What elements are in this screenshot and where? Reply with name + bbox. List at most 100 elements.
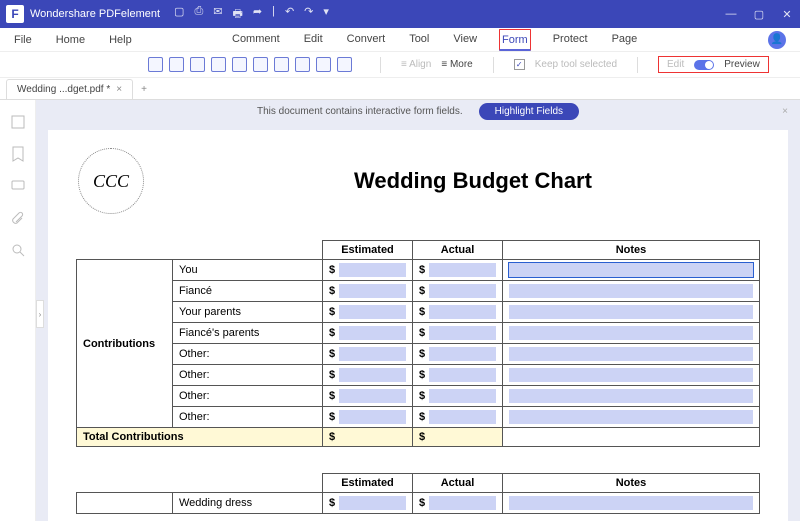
form-field-actual[interactable] <box>429 347 496 361</box>
col-notes: Notes <box>503 241 760 260</box>
thumbnails-icon[interactable] <box>10 114 26 130</box>
doc-title: Wedding Budget Chart <box>186 168 760 194</box>
toolbar-sep <box>380 57 381 73</box>
row-label: Wedding dress <box>173 493 323 514</box>
col-actual: Actual <box>413 474 503 493</box>
info-close-icon[interactable]: × <box>782 106 788 117</box>
checkbox-tool-icon[interactable] <box>169 57 184 72</box>
form-field-estimated[interactable] <box>339 326 406 340</box>
table-row: Your parents$$ <box>77 302 760 323</box>
menu-bar: File Home Help Comment Edit Convert Tool… <box>0 28 800 52</box>
combo-tool-icon[interactable] <box>211 57 226 72</box>
tab-protect[interactable]: Protect <box>551 29 590 51</box>
edit-preview-toggle-group: Edit Preview <box>658 56 769 73</box>
maximize-icon[interactable]: ▢ <box>752 8 766 21</box>
tab-view[interactable]: View <box>451 29 479 51</box>
preview-mode-label[interactable]: Preview <box>724 59 760 70</box>
barcode-tool-icon[interactable] <box>337 57 352 72</box>
form-field-estimated[interactable] <box>339 305 406 319</box>
signature-tool-icon[interactable] <box>295 57 310 72</box>
contributions-table: Estimated Actual Notes Contributions You… <box>76 240 760 447</box>
add-tab-button[interactable]: + <box>133 80 155 99</box>
form-field-notes[interactable] <box>509 326 753 340</box>
search-icon[interactable] <box>10 242 26 258</box>
form-field-estimated[interactable] <box>339 496 406 510</box>
form-field-actual[interactable] <box>429 368 496 382</box>
table-row: Fiancé's parents$$ <box>77 323 760 344</box>
form-field-notes[interactable] <box>509 263 753 277</box>
form-field-notes[interactable] <box>509 284 753 298</box>
undo-icon[interactable]: ↶ <box>285 5 294 24</box>
date-tool-icon[interactable] <box>316 57 331 72</box>
print-icon[interactable]: 🖶 <box>232 5 242 24</box>
tab-comment[interactable]: Comment <box>230 29 282 51</box>
text-field-tool-icon[interactable] <box>148 57 163 72</box>
form-field-estimated[interactable] <box>339 263 406 277</box>
minimize-icon[interactable]: — <box>724 8 738 20</box>
menu-file[interactable]: File <box>14 34 32 46</box>
highlight-fields-button[interactable]: Highlight Fields <box>479 103 579 120</box>
toolbar-sep-3 <box>637 57 638 73</box>
form-field-actual[interactable] <box>429 263 496 277</box>
attachments-icon[interactable] <box>10 210 26 226</box>
edit-mode-label[interactable]: Edit <box>667 59 684 70</box>
tab-tool[interactable]: Tool <box>407 29 431 51</box>
form-field-actual[interactable] <box>429 326 496 340</box>
form-field-notes[interactable] <box>509 347 753 361</box>
menu-home[interactable]: Home <box>56 34 85 46</box>
pdf-page: CCC Wedding Budget Chart Estimated Actua… <box>48 130 788 521</box>
form-field-actual[interactable] <box>429 284 496 298</box>
close-icon[interactable]: ✕ <box>780 8 794 21</box>
open-icon[interactable]: ▢ <box>174 5 184 24</box>
form-toolbar: ≡ Align ≡ More ✓ Keep tool selected Edit… <box>0 52 800 78</box>
preview-toggle[interactable] <box>694 60 714 70</box>
row-label: You <box>173 260 323 281</box>
radio-tool-icon[interactable] <box>190 57 205 72</box>
form-field-estimated[interactable] <box>339 347 406 361</box>
form-field-actual[interactable] <box>429 496 496 510</box>
form-field-estimated[interactable] <box>339 368 406 382</box>
document-viewport[interactable]: › This document contains interactive for… <box>36 100 800 521</box>
bookmarks-icon[interactable] <box>10 146 26 162</box>
collapse-panel-icon[interactable]: › <box>36 300 44 328</box>
share-icon[interactable]: ➦ <box>253 5 262 24</box>
image-tool-icon[interactable] <box>274 57 289 72</box>
user-avatar-icon[interactable]: 👤 <box>768 31 786 49</box>
app-logo-icon: F <box>6 5 24 23</box>
tab-page[interactable]: Page <box>610 29 640 51</box>
button-tool-icon[interactable] <box>253 57 268 72</box>
tab-convert[interactable]: Convert <box>345 29 388 51</box>
form-field-notes[interactable] <box>509 305 753 319</box>
comments-icon[interactable] <box>10 178 26 194</box>
form-field-actual[interactable] <box>429 305 496 319</box>
doc-tab-wedding[interactable]: Wedding ...dget.pdf * × <box>6 79 133 99</box>
form-field-notes[interactable] <box>509 368 753 382</box>
form-field-notes[interactable] <box>509 410 753 424</box>
menu-help[interactable]: Help <box>109 34 132 46</box>
doc-tab-close-icon[interactable]: × <box>116 84 122 95</box>
form-field-notes[interactable] <box>509 389 753 403</box>
form-field-notes[interactable] <box>509 496 753 510</box>
table-row: Other:$$ <box>77 344 760 365</box>
section2-table: Estimated Actual Notes Wedding dress $ $ <box>76 473 760 514</box>
form-field-estimated[interactable] <box>339 284 406 298</box>
mail-icon[interactable]: ✉ <box>213 5 222 24</box>
form-field-estimated[interactable] <box>339 410 406 424</box>
table-row: Other:$$ <box>77 365 760 386</box>
more-dropdown[interactable]: ≡ More <box>441 59 472 70</box>
list-tool-icon[interactable] <box>232 57 247 72</box>
keep-tool-checkbox[interactable]: ✓ <box>514 59 525 70</box>
app-name: Wondershare PDFelement <box>30 8 160 20</box>
work-area: › This document contains interactive for… <box>0 100 800 521</box>
save-icon[interactable]: ⎙ <box>194 5 203 24</box>
form-field-estimated[interactable] <box>339 389 406 403</box>
dropdown-icon[interactable]: ▾ <box>323 5 329 24</box>
total-row: Total Contributions $ $ <box>77 428 760 447</box>
form-field-actual[interactable] <box>429 410 496 424</box>
redo-icon[interactable]: ↷ <box>304 5 313 24</box>
form-field-actual[interactable] <box>429 389 496 403</box>
keep-tool-label: Keep tool selected <box>535 59 617 70</box>
tab-edit[interactable]: Edit <box>302 29 325 51</box>
tab-form[interactable]: Form <box>499 29 531 51</box>
align-dropdown[interactable]: ≡ Align <box>401 59 431 70</box>
